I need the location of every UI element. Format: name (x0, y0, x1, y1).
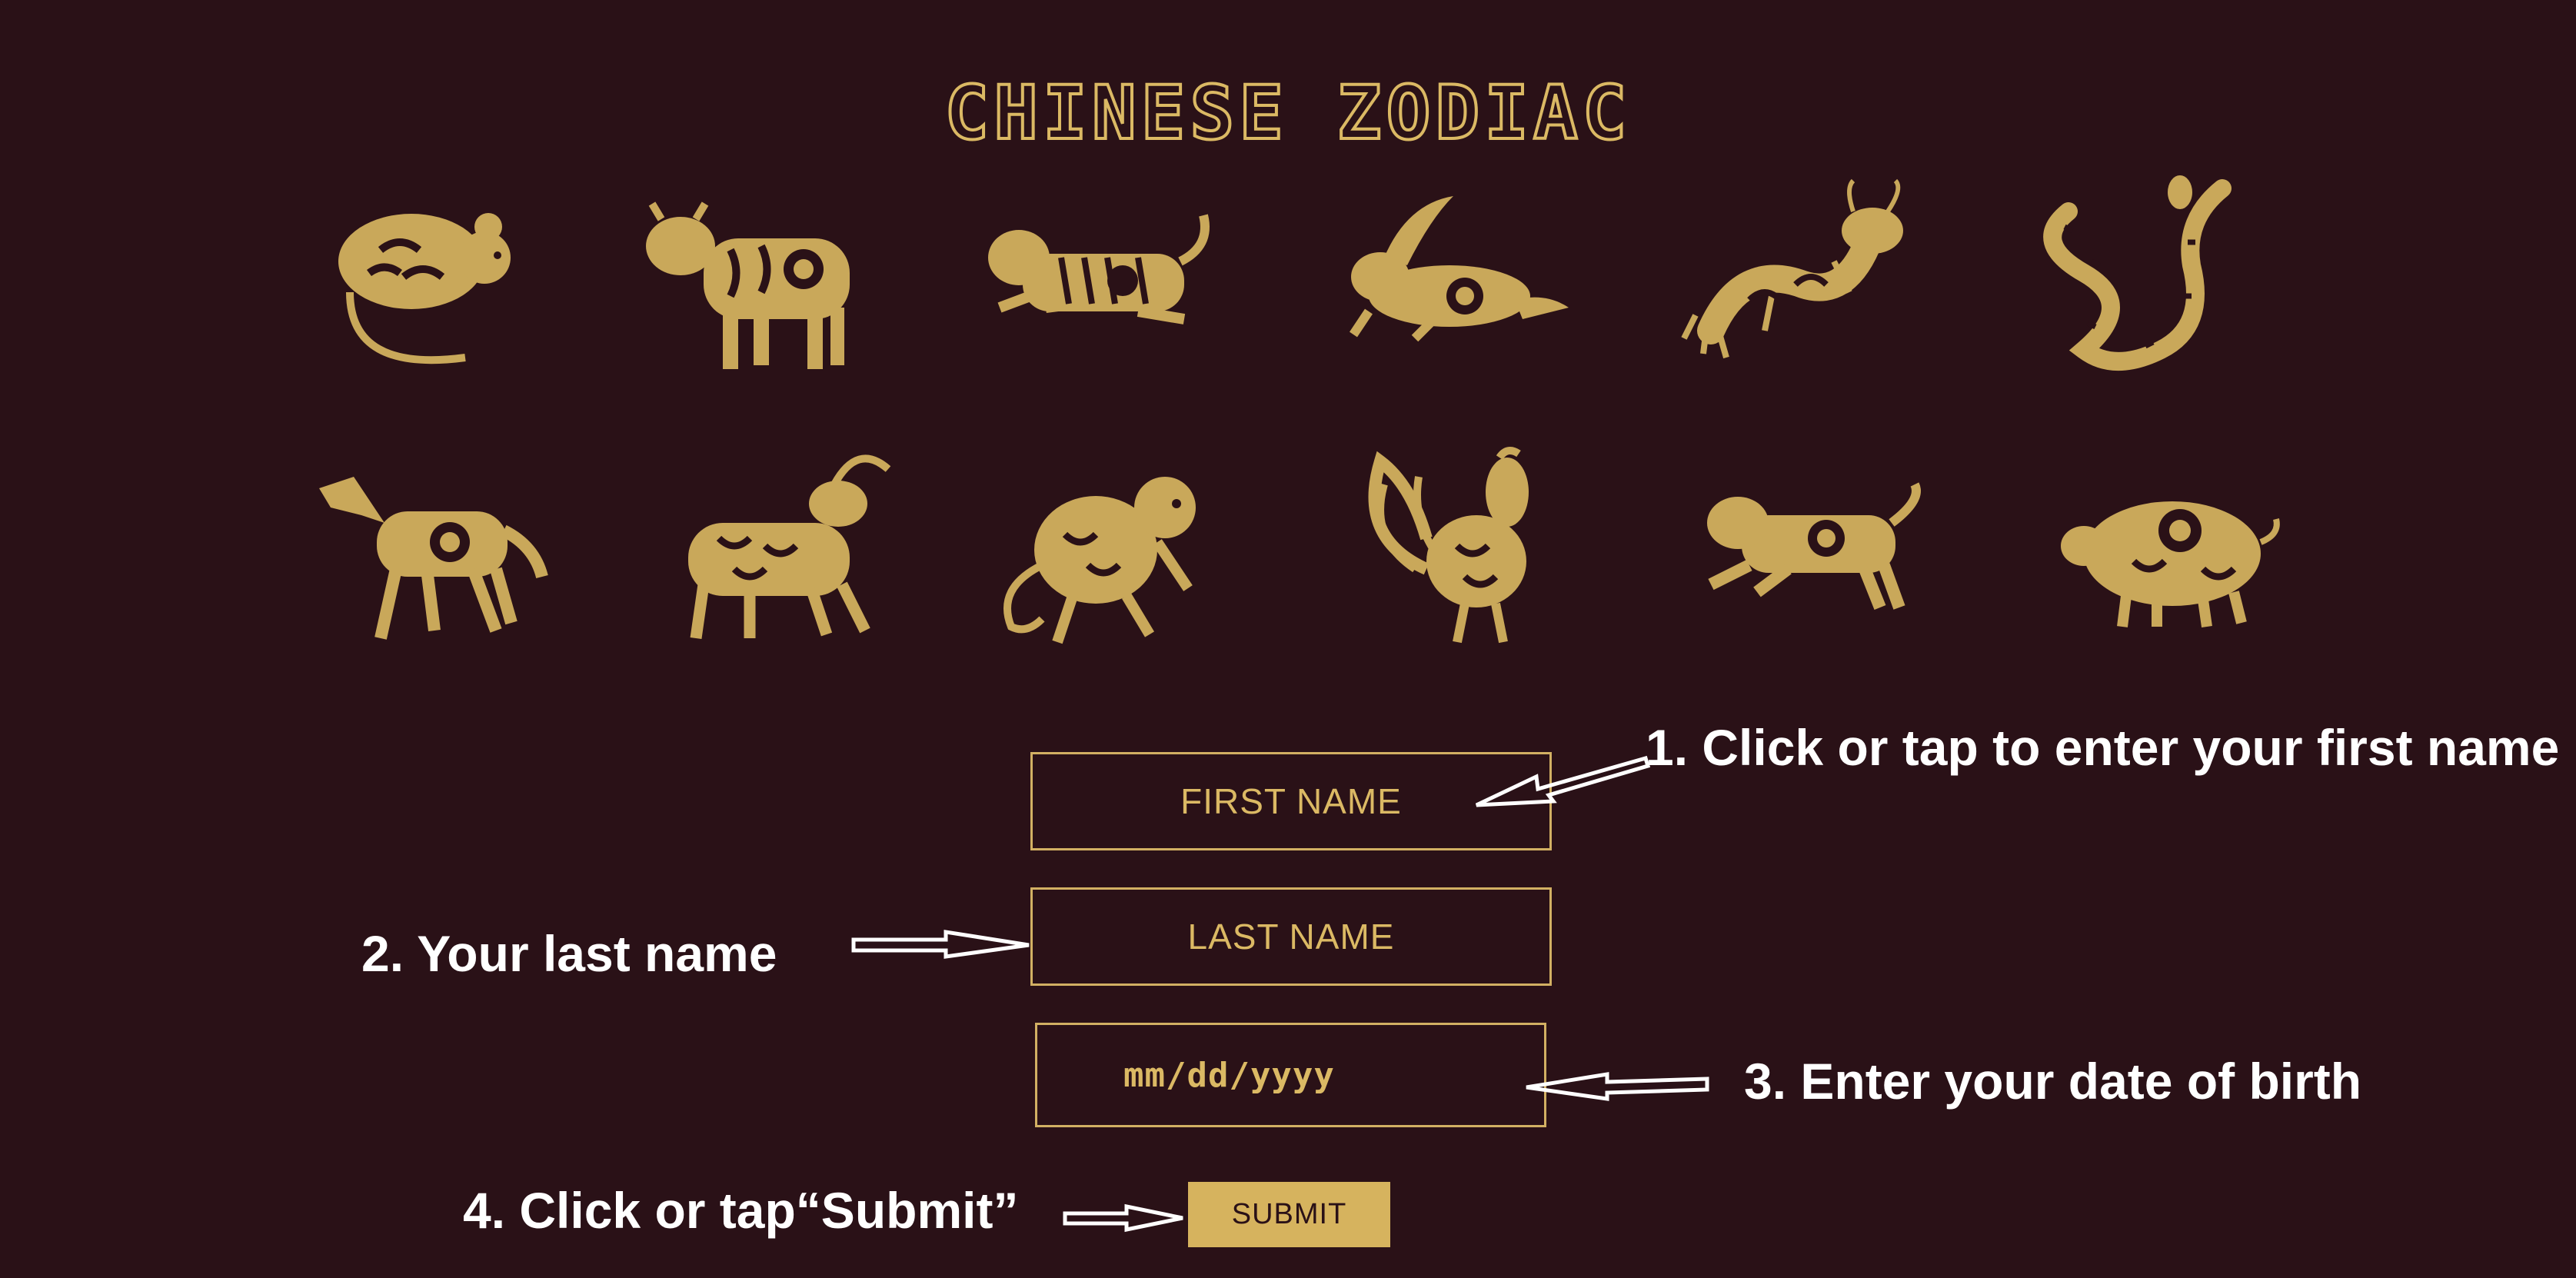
step2-annotation: 2. Your last name (361, 925, 777, 982)
arrow-step3-icon (1526, 1072, 1709, 1101)
date-placeholder: mm/dd/yyyy (1123, 1055, 1335, 1095)
dragon-icon (1669, 158, 1922, 396)
monkey-icon (977, 431, 1230, 669)
tiger-icon (973, 154, 1226, 392)
last-name-input[interactable] (1030, 887, 1552, 986)
step4-annotation: 4. Click or tap“Submit” (463, 1182, 1019, 1239)
snake-icon (2011, 161, 2265, 400)
arrow-step4-icon (1063, 1203, 1183, 1233)
submit-button[interactable]: SUBMIT (1188, 1182, 1390, 1247)
rooster-icon (1330, 427, 1584, 665)
ox-icon (627, 165, 880, 404)
rabbit-icon (1319, 161, 1573, 400)
dog-icon (1684, 419, 1938, 657)
page-title: CHINESE ZODIAC (943, 69, 1632, 157)
horse-icon (292, 427, 548, 665)
pig-icon (2038, 427, 2291, 665)
arrow-step1-icon (1475, 755, 1651, 807)
goat-icon (646, 427, 900, 665)
rat-icon (285, 165, 538, 404)
step1-annotation: 1. Click or tap to enter your first name (1646, 719, 2560, 776)
date-of-birth-input[interactable]: mm/dd/yyyy (1035, 1023, 1546, 1127)
step3-annotation: 3. Enter your date of birth (1744, 1053, 2362, 1110)
arrow-step2-icon (851, 930, 1030, 959)
